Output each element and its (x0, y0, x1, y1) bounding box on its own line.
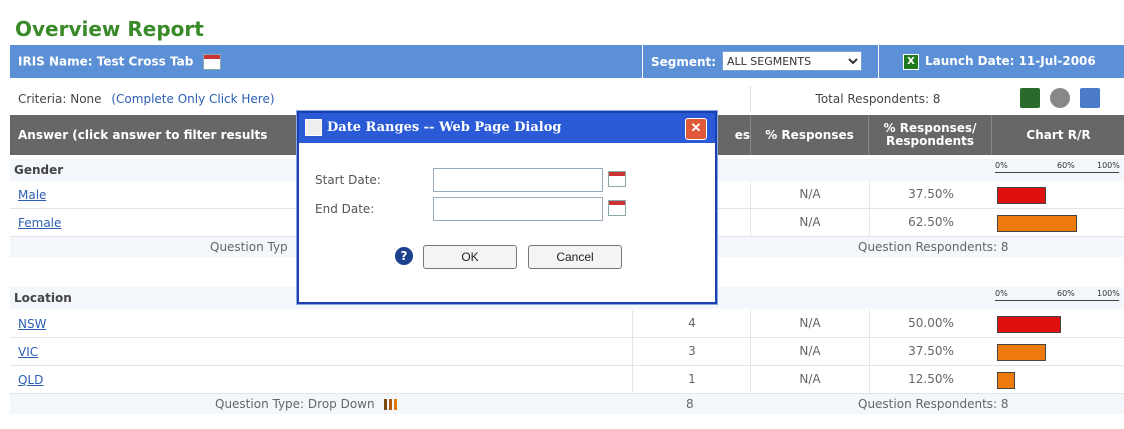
header-pct-responses: % Responses (750, 115, 868, 155)
pct-responses-cell: N/A (750, 209, 869, 236)
scale-label: 60% (1057, 289, 1075, 298)
pct-respondents-cell: 62.50% (869, 209, 992, 236)
pct-responses-cell: N/A (750, 181, 869, 208)
table-row[interactable]: NSW 4 N/A 50.00% (10, 310, 1124, 338)
section-title: Location (14, 291, 72, 305)
pct-respondents-cell: 37.50% (869, 181, 992, 208)
header-pct-respondents-line2: Respondents (885, 134, 975, 148)
complete-only-link[interactable]: (Complete Only Click Here) (111, 92, 274, 106)
iris-name-text: IRIS Name: Test Cross Tab (18, 54, 194, 69)
answer-link[interactable]: VIC (18, 345, 38, 359)
end-date-input[interactable] (433, 197, 603, 221)
chart-scale: 0% 60% 100% (993, 289, 1120, 307)
toolbar-icons (1020, 88, 1106, 111)
pct-responses-cell: N/A (750, 338, 869, 365)
pct-respondents-cell: 12.50% (869, 366, 992, 393)
launch-date: Launch Date: 11-Jul-2006 (925, 54, 1096, 68)
header-responses-text: es (734, 127, 750, 142)
chart-bar (997, 316, 1061, 333)
responses-cell: 4 (632, 310, 751, 337)
answer-link[interactable]: Male (18, 188, 46, 202)
scale-label: 100% (1097, 289, 1120, 298)
start-date-input[interactable] (433, 168, 603, 192)
calendar-icon[interactable] (203, 54, 222, 70)
answer-link[interactable]: Female (18, 216, 61, 230)
report-topbar: IRIS Name: Test Cross Tab Segment: ALL S… (10, 45, 1124, 78)
table-row[interactable]: VIC 3 N/A 37.50% (10, 338, 1124, 366)
answer-link[interactable]: QLD (18, 373, 43, 387)
export-icon[interactable] (1079, 88, 1100, 108)
chart-icon[interactable] (384, 399, 398, 410)
criteria: Criteria: None (Complete Only Click Here… (18, 92, 275, 106)
scale-label: 0% (995, 161, 1008, 170)
criteria-row: Criteria: None (Complete Only Click Here… (10, 86, 1124, 112)
scale-label: 100% (1097, 161, 1120, 170)
excel-icon[interactable]: X (903, 54, 919, 70)
iris-name-label: IRIS Name: Test Cross Tab (18, 54, 222, 70)
chart-bar (997, 187, 1046, 204)
question-respondents: Question Respondents: 8 (858, 397, 1009, 411)
scale-label: 60% (1057, 161, 1075, 170)
save-icon[interactable] (1020, 88, 1040, 108)
segment-label: Segment: (651, 55, 717, 69)
dialog-titlebar[interactable]: Date Ranges -- Web Page Dialog ✕ (299, 113, 715, 143)
end-date-label: End Date: (315, 202, 375, 216)
page-title: Overview Report (15, 17, 204, 41)
start-date-calendar-icon[interactable] (608, 171, 626, 187)
chart-bar (997, 372, 1015, 389)
chart-bar (997, 215, 1077, 232)
total-respondents: Total Respondents: 8 (750, 86, 1005, 112)
question-type: Question Type: Drop Down (215, 397, 398, 411)
settings-icon[interactable] (1049, 88, 1070, 108)
table-row[interactable]: QLD 1 N/A 12.50% (10, 366, 1124, 394)
end-date-calendar-icon[interactable] (608, 200, 626, 216)
question-type-text: Question Type: Drop Down (215, 397, 375, 411)
cancel-button[interactable]: Cancel (528, 245, 622, 269)
question-responses-count: 8 (686, 397, 694, 411)
date-ranges-dialog: Date Ranges -- Web Page Dialog ✕ Start D… (297, 111, 717, 304)
question-footer: Question Type: Drop Down 8 Question Resp… (10, 394, 1124, 414)
segment-area: Segment: ALL SEGMENTS (642, 45, 879, 78)
segment-select[interactable]: ALL SEGMENTS (722, 51, 862, 71)
header-pct-respondents: % Responses/ Respondents (868, 115, 991, 155)
pct-responses-cell: N/A (750, 310, 869, 337)
chart-scale: 0% 60% 100% (993, 161, 1120, 179)
question-type: Question Typ (210, 240, 288, 254)
help-icon[interactable]: ? (395, 247, 413, 265)
question-respondents: Question Respondents: 8 (858, 240, 1009, 254)
scale-label: 0% (995, 289, 1008, 298)
close-button[interactable]: ✕ (685, 118, 707, 140)
section-title: Gender (14, 163, 64, 177)
dialog-title: Date Ranges -- Web Page Dialog (327, 120, 562, 135)
pct-respondents-cell: 37.50% (869, 338, 992, 365)
start-date-label: Start Date: (315, 173, 381, 187)
criteria-text: Criteria: None (18, 92, 102, 106)
header-chart: Chart R/R (991, 115, 1124, 155)
chart-bar (997, 344, 1046, 361)
ok-button[interactable]: OK (423, 245, 517, 269)
pct-respondents-cell: 50.00% (869, 310, 992, 337)
page-icon (305, 119, 322, 136)
pct-responses-cell: N/A (750, 366, 869, 393)
answer-link[interactable]: NSW (18, 317, 46, 331)
responses-cell: 1 (632, 366, 751, 393)
responses-cell: 3 (632, 338, 751, 365)
